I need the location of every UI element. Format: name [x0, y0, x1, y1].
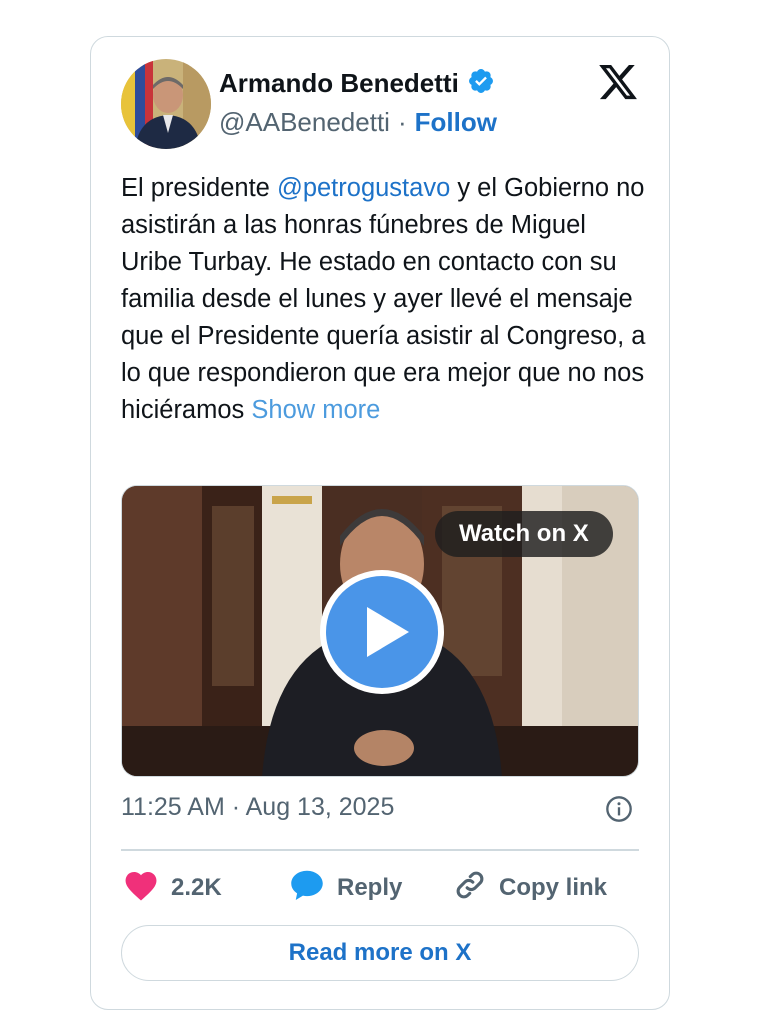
- mention-link[interactable]: @petrogustavo: [277, 174, 450, 202]
- watch-on-x-button[interactable]: Watch on X: [435, 511, 613, 557]
- copy-link-button[interactable]: Copy link: [453, 868, 607, 909]
- heart-icon: [123, 868, 159, 909]
- reply-button[interactable]: Reply: [289, 868, 453, 909]
- like-button[interactable]: 2.2K: [123, 868, 289, 909]
- play-icon[interactable]: [317, 567, 447, 697]
- copy-link-label: Copy link: [499, 874, 608, 901]
- like-count: 2.2K: [171, 874, 222, 901]
- author-handle-row: @AABenedetti · Follow: [219, 107, 497, 138]
- handle-separator: ·: [397, 107, 407, 137]
- reply-bubble-icon: [289, 868, 325, 909]
- reply-label: Reply: [337, 874, 403, 901]
- read-more-button[interactable]: Read more on X: [121, 925, 639, 981]
- x-logo-icon[interactable]: [597, 61, 639, 103]
- author-avatar[interactable]: [121, 59, 211, 149]
- action-bar: 2.2K Reply Copy link: [123, 867, 607, 909]
- link-icon: [453, 868, 487, 909]
- follow-button[interactable]: Follow: [415, 107, 497, 138]
- author-handle[interactable]: @AABenedetti: [219, 107, 390, 138]
- verified-badge-icon: [467, 67, 495, 100]
- tweet-timestamp[interactable]: 11:25 AM · Aug 13, 2025: [121, 793, 394, 822]
- show-more-link[interactable]: Show more: [251, 396, 380, 424]
- divider: [121, 849, 639, 851]
- tweet-text: El presidente @petrogustavo y el Gobiern…: [121, 170, 651, 429]
- author-name-row: Armando Benedetti: [219, 67, 495, 100]
- tweet-embed-card: Armando Benedetti @AABenedetti · Follow …: [90, 36, 670, 1010]
- author-name[interactable]: Armando Benedetti: [219, 68, 459, 99]
- info-icon[interactable]: [605, 795, 633, 823]
- tweet-text-part: y el Gobierno no asistirán a las honras …: [121, 174, 646, 424]
- tweet-text-part: El presidente: [121, 174, 277, 202]
